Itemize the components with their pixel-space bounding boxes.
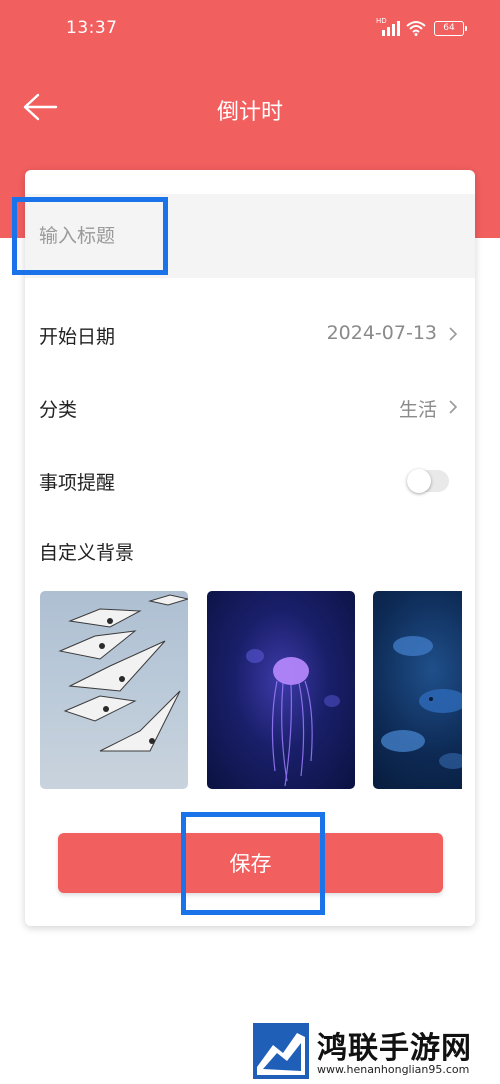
countdown-editor-screen: 13:37 HD 64 倒计时 开 <box>0 0 500 1084</box>
title-highlight-box <box>12 197 168 275</box>
watermark-url: www.henanhonglian95.com <box>317 1063 470 1076</box>
signal-icon: HD <box>376 17 400 36</box>
save-highlight-box <box>181 812 325 915</box>
category-row[interactable]: 分类 生活 <box>25 382 475 434</box>
jellyfish-illustration <box>246 649 340 787</box>
status-time: 13:37 <box>66 18 118 38</box>
fish-illustration <box>381 636 462 769</box>
seagulls-illustration <box>58 594 188 752</box>
watermark-logo-icon <box>253 1023 309 1079</box>
chevron-right-icon <box>449 400 458 414</box>
toggle-knob <box>407 469 431 493</box>
fish-image[interactable] <box>373 591 462 789</box>
battery-icon: 64 <box>434 20 467 36</box>
custom-background-label: 自定义背景 <box>39 542 135 564</box>
seagulls-image[interactable] <box>40 591 188 789</box>
watermark: 鸿联手游网 www.henanhonglian95.com <box>253 1023 493 1081</box>
background-thumbnail-list[interactable] <box>40 591 462 789</box>
wifi-icon <box>406 21 426 36</box>
jellyfish-image[interactable] <box>207 591 355 789</box>
reminder-label: 事项提醒 <box>39 472 116 494</box>
watermark-title: 鸿联手游网 <box>317 1031 472 1066</box>
reminder-row: 事项提醒 <box>25 455 475 507</box>
reminder-toggle[interactable] <box>407 469 449 493</box>
start-date-row[interactable]: 开始日期 2024-07-13 <box>25 309 475 361</box>
chevron-right-icon <box>449 327 458 341</box>
page-title: 倒计时 <box>216 100 283 125</box>
category-label: 分类 <box>39 399 78 421</box>
status-bar: 13:37 HD 64 <box>0 0 500 58</box>
category-value: 生活 <box>398 399 437 421</box>
battery-level: 64 <box>443 22 455 33</box>
status-icons: HD 64 <box>376 17 467 36</box>
start-date-value: 2024-07-13 <box>326 322 437 344</box>
start-date-label: 开始日期 <box>39 326 116 348</box>
